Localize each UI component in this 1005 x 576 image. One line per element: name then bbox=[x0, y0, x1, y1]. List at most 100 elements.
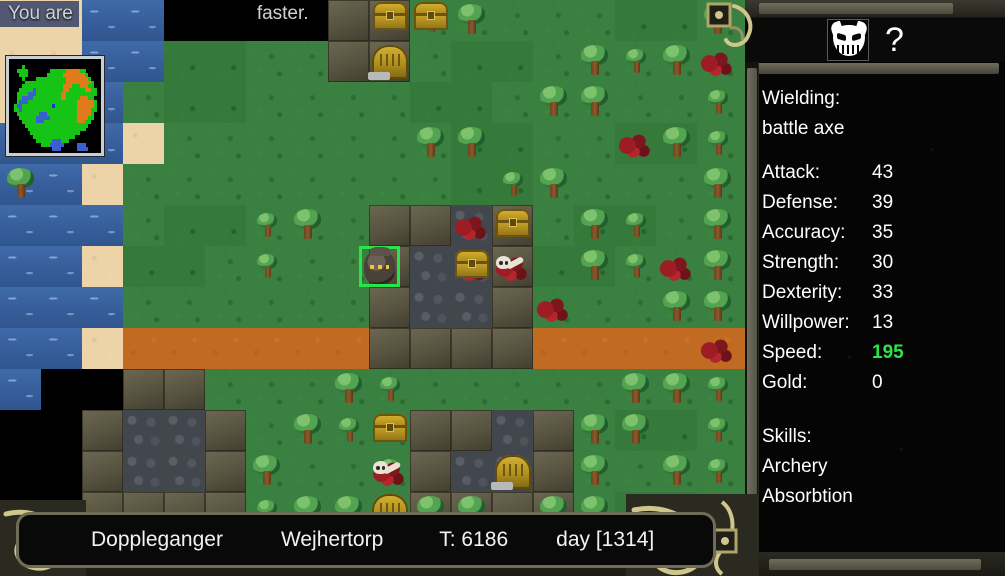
map-tile[interactable] bbox=[410, 451, 451, 492]
map-tile[interactable] bbox=[164, 410, 205, 451]
map-tile[interactable] bbox=[492, 41, 533, 82]
map-tile[interactable] bbox=[123, 164, 164, 205]
map-tile[interactable] bbox=[533, 0, 574, 41]
map-tile[interactable] bbox=[287, 451, 328, 492]
map-tile[interactable] bbox=[369, 164, 410, 205]
map-tile[interactable] bbox=[82, 164, 123, 205]
map-tile[interactable] bbox=[0, 328, 41, 369]
map-tile[interactable] bbox=[492, 82, 533, 123]
door-sprite[interactable] bbox=[368, 45, 408, 80]
map-tile[interactable] bbox=[123, 287, 164, 328]
map-tile[interactable] bbox=[123, 328, 164, 369]
map-tile[interactable] bbox=[656, 0, 697, 41]
map-tile[interactable] bbox=[164, 205, 205, 246]
map-tile[interactable] bbox=[656, 164, 697, 205]
map-tile[interactable] bbox=[246, 369, 287, 410]
player-selection-box[interactable] bbox=[359, 246, 400, 287]
map-tile[interactable] bbox=[41, 205, 82, 246]
skill-item[interactable]: Absorbtion bbox=[762, 482, 1005, 512]
treasure-chest[interactable] bbox=[455, 250, 489, 278]
map-tile[interactable] bbox=[492, 328, 533, 369]
map-tile[interactable] bbox=[82, 205, 123, 246]
map-tile[interactable] bbox=[205, 328, 246, 369]
map-tile[interactable] bbox=[328, 0, 369, 41]
map-tile[interactable] bbox=[246, 82, 287, 123]
map-tile[interactable] bbox=[492, 123, 533, 164]
map-tile[interactable] bbox=[123, 123, 164, 164]
map-tile[interactable] bbox=[328, 287, 369, 328]
map-tile[interactable] bbox=[328, 41, 369, 82]
map-tile[interactable] bbox=[123, 82, 164, 123]
map-tile[interactable] bbox=[41, 246, 82, 287]
map-tile[interactable] bbox=[0, 205, 41, 246]
map-tile[interactable] bbox=[287, 328, 328, 369]
map-tile[interactable] bbox=[0, 369, 41, 410]
treasure-chest[interactable] bbox=[373, 2, 407, 30]
map-tile[interactable] bbox=[205, 41, 246, 82]
map-tile[interactable] bbox=[574, 164, 615, 205]
map-tile[interactable] bbox=[492, 287, 533, 328]
map-tile[interactable] bbox=[574, 287, 615, 328]
map-tile[interactable] bbox=[246, 328, 287, 369]
map-tile[interactable] bbox=[410, 164, 451, 205]
map-tile[interactable] bbox=[738, 328, 745, 369]
map-tile[interactable] bbox=[328, 205, 369, 246]
map-tile[interactable] bbox=[451, 410, 492, 451]
map-tile[interactable] bbox=[164, 328, 205, 369]
world-minimap[interactable] bbox=[6, 56, 104, 156]
map-tile[interactable] bbox=[533, 41, 574, 82]
map-tile[interactable] bbox=[533, 410, 574, 451]
map-tile[interactable] bbox=[738, 123, 745, 164]
map-tile[interactable] bbox=[410, 41, 451, 82]
map-tile[interactable] bbox=[328, 328, 369, 369]
map-tile[interactable] bbox=[492, 369, 533, 410]
treasure-chest[interactable] bbox=[414, 2, 448, 30]
map-tile[interactable] bbox=[82, 287, 123, 328]
map-tile[interactable] bbox=[533, 451, 574, 492]
skeleton-remains[interactable] bbox=[492, 246, 533, 287]
demon-face-icon[interactable] bbox=[827, 19, 869, 61]
treasure-chest[interactable] bbox=[496, 209, 530, 237]
map-tile[interactable] bbox=[574, 369, 615, 410]
map-tile[interactable] bbox=[410, 328, 451, 369]
map-tile[interactable] bbox=[205, 123, 246, 164]
map-tile[interactable] bbox=[328, 82, 369, 123]
map-tile[interactable] bbox=[533, 369, 574, 410]
map-tile[interactable] bbox=[287, 164, 328, 205]
map-tile[interactable] bbox=[164, 287, 205, 328]
map-tile[interactable] bbox=[410, 82, 451, 123]
map-tile[interactable] bbox=[574, 328, 615, 369]
map-tile[interactable] bbox=[615, 287, 656, 328]
map-tile[interactable] bbox=[574, 123, 615, 164]
treasure-chest[interactable] bbox=[373, 414, 407, 442]
map-tile[interactable] bbox=[369, 287, 410, 328]
map-tile[interactable] bbox=[369, 328, 410, 369]
map-tile[interactable] bbox=[738, 41, 745, 82]
map-tile[interactable] bbox=[123, 205, 164, 246]
map-tile[interactable] bbox=[451, 41, 492, 82]
map-tile[interactable] bbox=[205, 205, 246, 246]
map-tile[interactable] bbox=[492, 410, 533, 451]
map-tile[interactable] bbox=[164, 82, 205, 123]
map-tile[interactable] bbox=[82, 369, 123, 410]
map-tile[interactable] bbox=[287, 123, 328, 164]
map-tile[interactable] bbox=[82, 246, 123, 287]
map-tile[interactable] bbox=[615, 82, 656, 123]
map-tile[interactable] bbox=[205, 82, 246, 123]
map-tile[interactable] bbox=[533, 205, 574, 246]
map-tile[interactable] bbox=[615, 0, 656, 41]
map-tile[interactable] bbox=[123, 451, 164, 492]
map-tile[interactable] bbox=[615, 164, 656, 205]
panel-scrollbar[interactable] bbox=[745, 62, 759, 576]
map-tile[interactable] bbox=[328, 451, 369, 492]
map-tile[interactable] bbox=[287, 369, 328, 410]
map-tile[interactable] bbox=[205, 164, 246, 205]
map-tile[interactable] bbox=[205, 451, 246, 492]
map-tile[interactable] bbox=[41, 328, 82, 369]
map-tile[interactable] bbox=[615, 451, 656, 492]
map-tile[interactable] bbox=[410, 287, 451, 328]
map-tile[interactable] bbox=[41, 410, 82, 451]
map-tile[interactable] bbox=[0, 451, 41, 492]
map-tile[interactable] bbox=[656, 328, 697, 369]
skeleton-remains[interactable] bbox=[369, 451, 410, 492]
